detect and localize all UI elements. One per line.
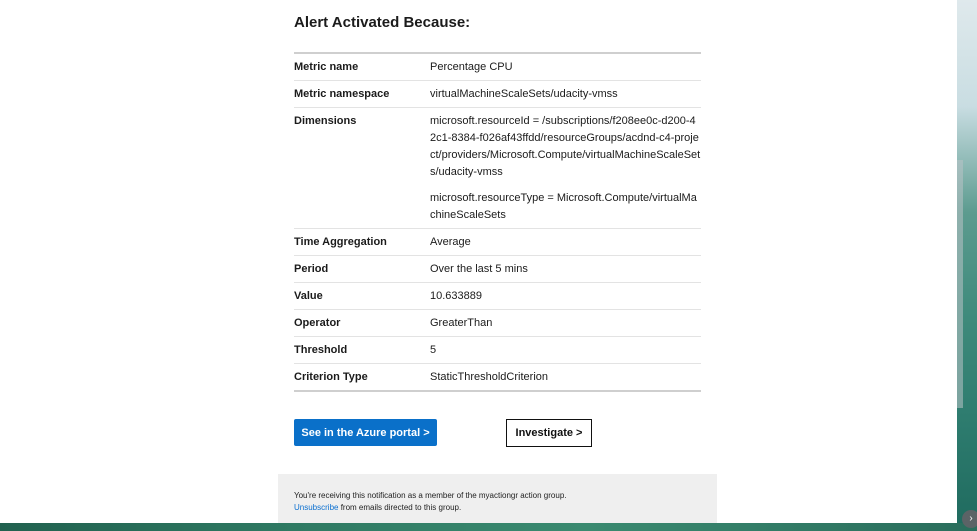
email-footer: You're receiving this notification as a … — [278, 474, 717, 523]
row-label: Period — [294, 263, 329, 275]
table-row: Dimensions microsoft.resourceId = /subscr… — [294, 108, 701, 229]
row-label: Dimensions — [294, 115, 357, 127]
table-row: Threshold 5 — [294, 337, 701, 364]
row-value-text: 5 — [430, 344, 437, 356]
row-value: virtualMachineScaleSets/udacity-vmss — [430, 81, 701, 107]
row-label: Metric namespace — [294, 88, 390, 100]
table-row: Criterion Type StaticThresholdCriterion — [294, 364, 701, 390]
azure-portal-button[interactable]: See in the Azure portal > — [294, 419, 437, 446]
footer-unsubscribe-suffix: from emails directed to this group. — [338, 503, 462, 512]
row-label: Operator — [294, 317, 341, 329]
section-title: Alert Activated Because: — [294, 14, 471, 31]
row-value-text: Over the last 5 mins — [430, 263, 528, 275]
footer-notice: You're receiving this notification as a … — [294, 491, 567, 500]
row-label: Time Aggregation — [294, 236, 387, 248]
row-label: Threshold — [294, 344, 348, 356]
table-row: Operator GreaterThan — [294, 310, 701, 337]
row-value: GreaterThan — [430, 310, 701, 336]
row-value: 10.633889 — [430, 283, 701, 309]
desktop-wallpaper-bottom — [0, 523, 977, 531]
row-value-text: GreaterThan — [430, 317, 493, 329]
row-value: Over the last 5 mins — [430, 256, 701, 282]
scrollbar[interactable] — [957, 160, 963, 408]
row-value-text: microsoft.resourceType = Microsoft.Compu… — [430, 192, 697, 221]
row-value-text: Average — [430, 236, 471, 248]
row-value: StaticThresholdCriterion — [430, 364, 701, 390]
unsubscribe-link[interactable]: Unsubscribe — [294, 503, 338, 512]
row-label: Value — [294, 290, 323, 302]
row-value-text: virtualMachineScaleSets/udacity-vmss — [430, 88, 618, 100]
table-row: Metric namespace virtualMachineScaleSets/… — [294, 81, 701, 108]
row-value: microsoft.resourceId = /subscriptions/f2… — [430, 108, 701, 228]
table-row: Value 10.633889 — [294, 283, 701, 310]
alert-details-table: Metric name Percentage CPU Metric namespac… — [294, 52, 701, 392]
row-value: 5 — [430, 337, 701, 363]
table-row: Metric name Percentage CPU — [294, 54, 701, 81]
row-value-text: microsoft.resourceId = /subscriptions/f2… — [430, 115, 701, 178]
row-value-text: 10.633889 — [430, 290, 482, 302]
table-row: Period Over the last 5 mins — [294, 256, 701, 283]
row-value: Average — [430, 229, 701, 255]
row-label: Metric name — [294, 61, 359, 73]
table-row: Time Aggregation Average — [294, 229, 701, 256]
row-value-text: Percentage CPU — [430, 61, 513, 73]
footer-unsubscribe-line: Unsubscribe from emails directed to this… — [294, 502, 704, 514]
investigate-button[interactable]: Investigate > — [506, 419, 592, 447]
row-label: Criterion Type — [294, 371, 368, 383]
expand-icon[interactable]: › — [962, 510, 977, 528]
row-value: Percentage CPU — [430, 54, 701, 80]
row-value-text: StaticThresholdCriterion — [430, 371, 548, 383]
